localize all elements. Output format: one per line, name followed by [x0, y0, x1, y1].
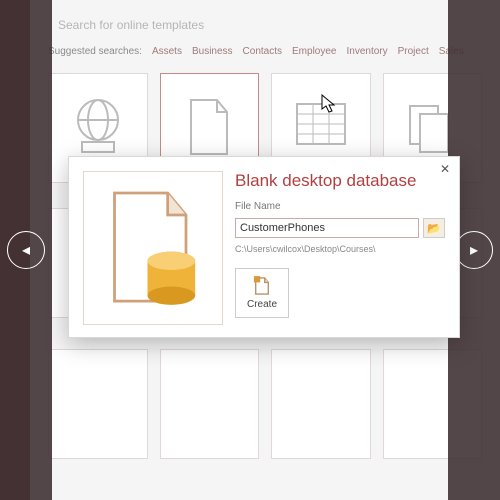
table-icon — [291, 96, 351, 160]
file-path: C:\Users\cwilcox\Desktop\Courses\ — [235, 244, 445, 254]
suggested-searches: Suggested searches: Assets Business Cont… — [48, 46, 482, 67]
carousel-left-overlay: ◂ — [0, 0, 52, 500]
template-tile[interactable] — [48, 349, 148, 459]
create-button[interactable]: Create — [235, 268, 289, 318]
template-tile[interactable] — [271, 349, 371, 459]
suggested-link-inventory[interactable]: Inventory — [346, 46, 387, 57]
template-preview — [83, 171, 223, 325]
new-file-icon — [253, 276, 271, 296]
suggested-link-business[interactable]: Business — [192, 46, 233, 57]
document-icon — [179, 96, 239, 160]
create-label: Create — [247, 299, 277, 310]
chevron-left-icon: ◂ — [22, 240, 30, 260]
suggested-link-employee[interactable]: Employee — [292, 46, 336, 57]
prev-button[interactable]: ◂ — [7, 231, 45, 269]
close-icon: ✕ — [440, 162, 450, 176]
folder-icon: 📂 — [427, 222, 441, 235]
globe-icon — [68, 96, 128, 160]
template-grid-row3 — [48, 349, 482, 459]
suggested-label: Suggested searches: — [48, 46, 142, 57]
suggested-link-assets[interactable]: Assets — [152, 46, 182, 57]
template-tile[interactable] — [160, 349, 260, 459]
chevron-right-icon: ▸ — [470, 240, 478, 260]
dialog-title: Blank desktop database — [235, 171, 445, 191]
filename-input[interactable] — [235, 218, 419, 238]
filename-label: File Name — [235, 201, 445, 212]
close-button[interactable]: ✕ — [437, 161, 453, 177]
dialog-form: Blank desktop database File Name 📂 C:\Us… — [235, 171, 445, 325]
next-button[interactable]: ▸ — [455, 231, 493, 269]
new-database-dialog: ✕ Blank desktop database File Name 📂 C:\… — [68, 156, 460, 338]
browse-button[interactable]: 📂 — [423, 218, 445, 238]
suggested-link-project[interactable]: Project — [398, 46, 429, 57]
blank-db-icon — [98, 183, 208, 313]
search-placeholder[interactable]: Search for online templates — [48, 0, 482, 46]
suggested-link-contacts[interactable]: Contacts — [243, 46, 282, 57]
